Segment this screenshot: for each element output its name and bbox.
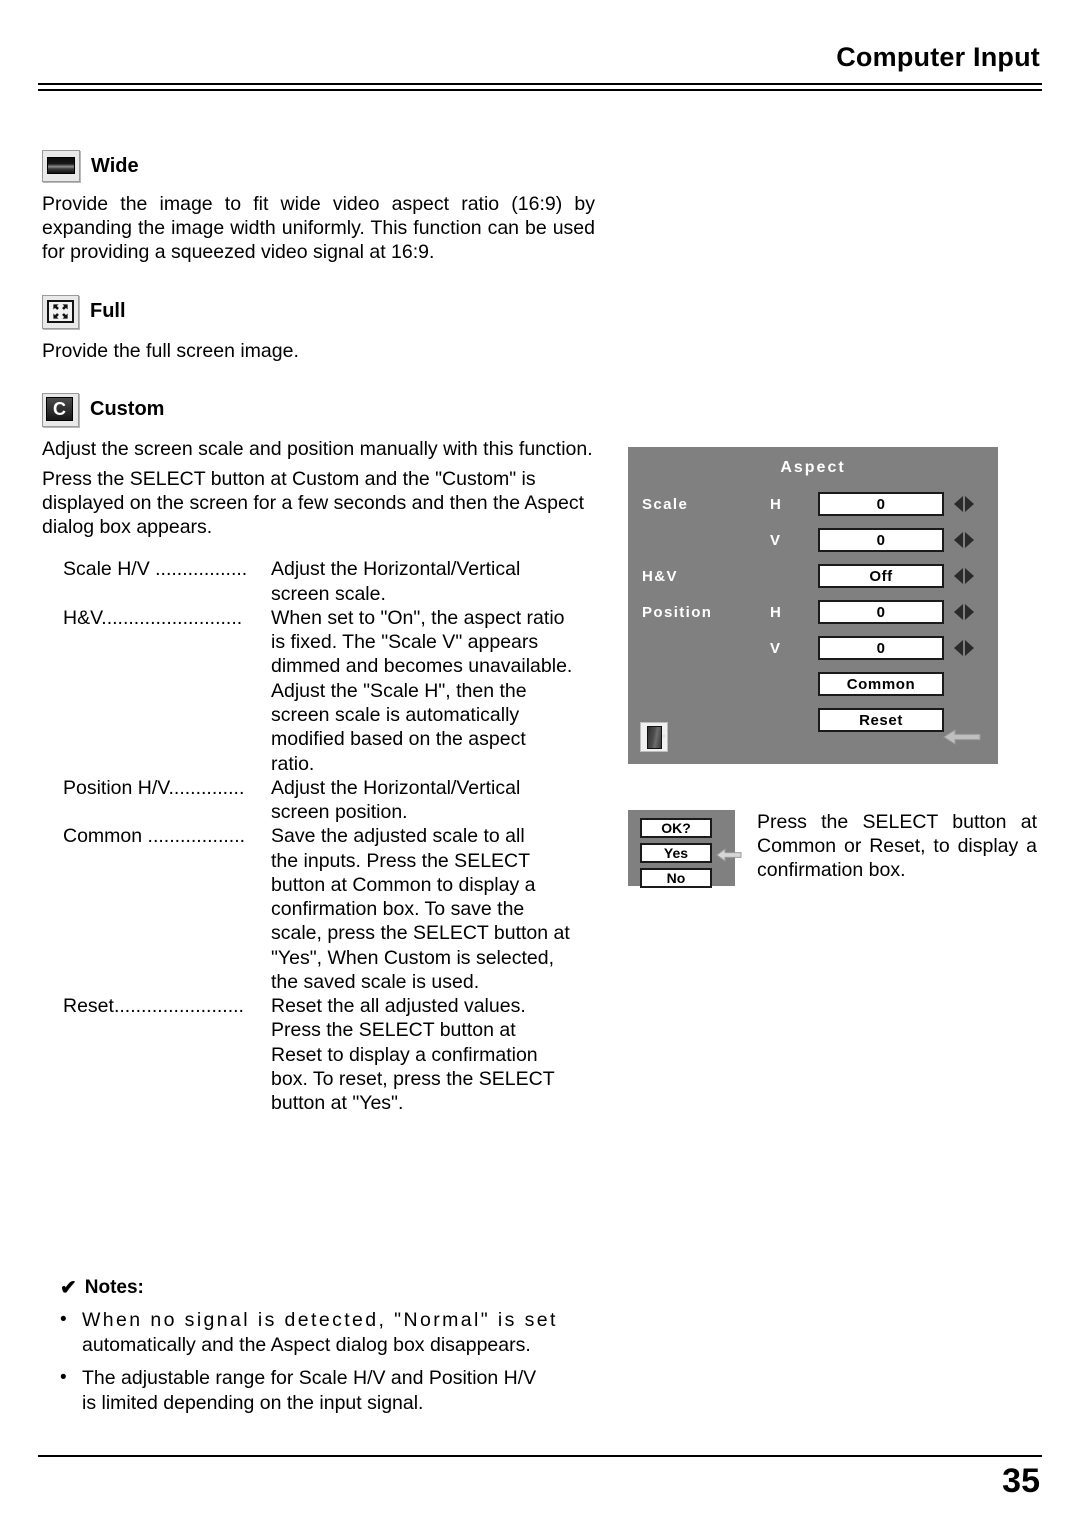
- definition-term: H&V..........................: [63, 606, 243, 629]
- mode-section-wide: Wide Provide the image to fit wide video…: [42, 150, 602, 265]
- mode-section-full: Full Provide the full screen image.: [42, 294, 602, 363]
- mode-heading-wide: Wide: [42, 150, 602, 182]
- bullet-icon: •: [60, 1367, 67, 1389]
- wide-screen-icon: [42, 150, 80, 182]
- definition-term: Reset........................: [63, 995, 244, 1018]
- yes-button[interactable]: Yes: [640, 843, 712, 863]
- aspect-field-scale-v[interactable]: 0: [818, 528, 944, 552]
- confirm-prompt: OK?: [640, 818, 712, 838]
- door-exit-icon[interactable]: [640, 722, 668, 752]
- definition-row: H&V.......................... When set t…: [63, 606, 603, 776]
- page-header: Computer Input: [0, 0, 1080, 100]
- definition-row: Common .................. Save the adjus…: [63, 824, 603, 994]
- mode-title-custom: Custom: [90, 398, 165, 421]
- mode-description-wide: Provide the image to fit wide video aspe…: [42, 193, 595, 264]
- left-right-arrows-icon[interactable]: [954, 532, 974, 548]
- definition-term: Common ..................: [63, 825, 246, 848]
- aspect-row-scale-h: Scale H 0: [628, 487, 998, 521]
- note-text: When no signal is detected, "Normal" is …: [82, 1309, 558, 1356]
- aspect-row-position-h: Position H 0: [628, 595, 998, 629]
- custom-c-icon: C: [42, 392, 79, 427]
- bullet-icon: •: [60, 1309, 67, 1330]
- aspect-field-scale-h[interactable]: 0: [818, 492, 944, 516]
- header-rule-top: [38, 83, 1042, 85]
- main-content: Wide Provide the image to fit wide video…: [42, 150, 602, 1115]
- aspect-dialog: Aspect Scale H 0 V 0 H&V Off Position H …: [628, 447, 998, 764]
- confirmation-side-text: Press the SELECT button at Common or Res…: [757, 811, 1037, 882]
- aspect-field-position-v[interactable]: 0: [818, 636, 944, 660]
- aspect-label-scale: Scale: [642, 495, 689, 513]
- aspect-axis-h: H: [770, 495, 781, 513]
- aspect-field-position-h[interactable]: 0: [818, 600, 944, 624]
- aspect-row-scale-v: V 0: [628, 523, 998, 557]
- definition-term: Scale H/V .................: [63, 558, 248, 581]
- no-button[interactable]: No: [640, 868, 712, 888]
- page-title: Computer Input: [836, 42, 1040, 72]
- left-right-arrows-icon[interactable]: [954, 568, 974, 584]
- common-button[interactable]: Common: [818, 672, 944, 696]
- definition-description: Adjust the Horizontal/Vertical screen po…: [271, 776, 521, 824]
- mode-description-full: Provide the full screen image.: [42, 339, 299, 362]
- definition-row: Reset........................ Reset the …: [63, 994, 603, 1115]
- notes-heading-label: Notes:: [84, 1277, 144, 1298]
- full-screen-icon: [42, 294, 79, 329]
- parameter-definition-list: Scale H/V ................. Adjust the H…: [63, 557, 603, 1115]
- aspect-row-common: Common: [628, 667, 998, 701]
- definition-term: Position H/V..............: [63, 776, 245, 799]
- left-right-arrows-icon[interactable]: [954, 496, 974, 512]
- definition-row: Scale H/V ................. Adjust the H…: [63, 557, 603, 606]
- aspect-field-hv[interactable]: Off: [818, 564, 944, 588]
- mode-heading-full: Full: [42, 294, 602, 329]
- aspect-row-hv: H&V Off: [628, 559, 998, 593]
- notes-section: ✔ Notes: • When no signal is detected, "…: [60, 1277, 630, 1415]
- confirmation-dialog: OK? Yes No: [628, 810, 742, 888]
- back-arrow-icon[interactable]: [942, 726, 982, 748]
- definition-description: When set to "On", the aspect ratio is fi…: [271, 606, 573, 775]
- definition-description: Reset the all adjusted values. Press the…: [271, 995, 555, 1115]
- definition-row: Position H/V.............. Adjust the Ho…: [63, 776, 603, 825]
- aspect-label-position: Position: [642, 603, 713, 621]
- left-right-arrows-icon[interactable]: [954, 640, 974, 656]
- mode-description-custom-2: Press the SELECT button at Custom and th…: [42, 467, 585, 539]
- header-rule-bottom: [38, 89, 1042, 91]
- mode-title-wide: Wide: [91, 154, 139, 177]
- definition-description: Save the adjusted scale to all the input…: [271, 825, 570, 993]
- aspect-axis-v: V: [770, 531, 781, 549]
- note-item: • When no signal is detected, "Normal" i…: [60, 1308, 630, 1357]
- notes-heading: ✔ Notes:: [60, 1277, 630, 1299]
- aspect-dialog-footer: [628, 718, 998, 764]
- aspect-row-position-v: V 0: [628, 631, 998, 665]
- aspect-dialog-title: Aspect: [780, 459, 846, 476]
- left-right-arrows-icon[interactable]: [954, 604, 974, 620]
- left-arrow-pointer-icon: [716, 848, 742, 862]
- page-number: 35: [1002, 1462, 1040, 1500]
- aspect-label-hv: H&V: [642, 567, 678, 585]
- aspect-axis-v: V: [770, 639, 781, 657]
- mode-title-full: Full: [90, 300, 126, 323]
- footer-rule: [38, 1455, 1042, 1457]
- mode-description-custom-1: Adjust the screen scale and position man…: [42, 437, 593, 460]
- note-item: • The adjustable range for Scale H/V and…: [60, 1366, 630, 1415]
- mode-heading-custom: C Custom: [42, 392, 602, 427]
- checkmark-icon: ✔: [60, 1277, 77, 1299]
- note-text: The adjustable range for Scale H/V and P…: [82, 1367, 537, 1414]
- mode-section-custom: C Custom Adjust the screen scale and pos…: [42, 392, 602, 540]
- aspect-axis-h: H: [770, 603, 781, 621]
- definition-description: Adjust the Horizontal/Vertical screen sc…: [271, 558, 521, 605]
